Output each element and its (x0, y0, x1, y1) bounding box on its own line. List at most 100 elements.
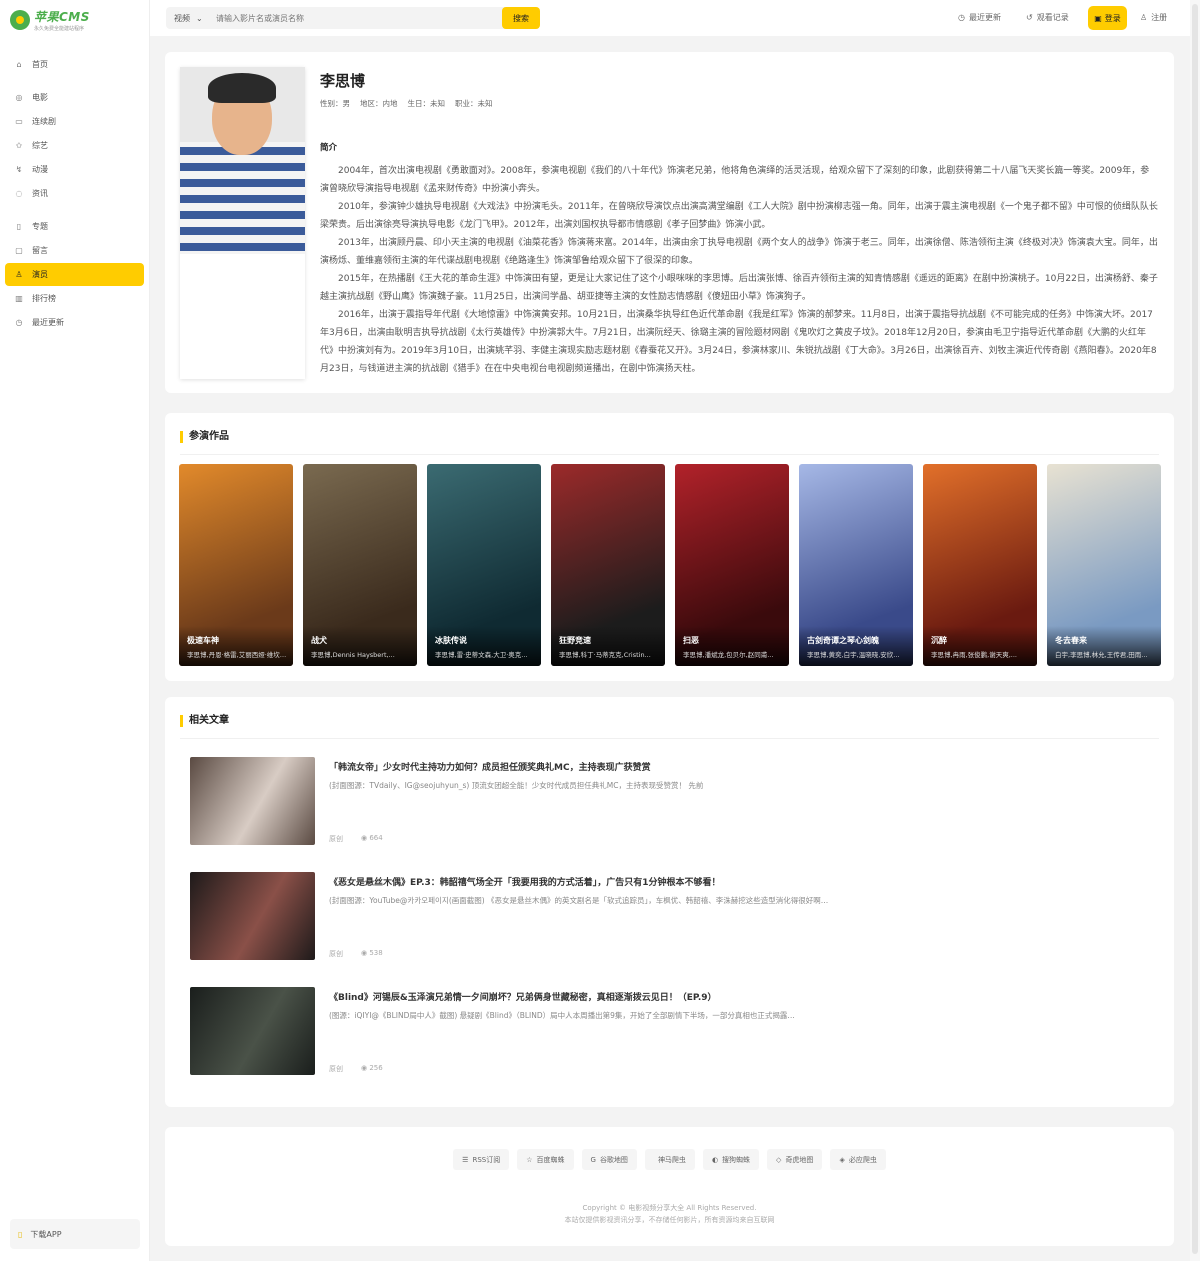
work-cast: 李思博,黄奕,白宇,温晓晓,安欣... (807, 651, 900, 659)
work-title: 狂野竞速 (559, 636, 591, 645)
download-app-button[interactable]: ▯ 下载APP (10, 1219, 140, 1249)
work-cast: 李思博,Dennis Haysbert,... (311, 651, 395, 659)
sidebar-item-guestbook[interactable]: ▢ 留言 (5, 239, 144, 262)
page-scrollbar[interactable] (1190, 0, 1200, 1261)
bookmark-icon: ▯ (16, 222, 22, 231)
sidebar-item-label: 连续剧 (32, 117, 56, 126)
work-poster[interactable]: 古剑奇谭之琴心剑魄 李思博,黄奕,白宇,温晓晓,安欣... (799, 464, 913, 666)
footer-link[interactable]: G 谷歌地图 (581, 1149, 637, 1170)
poster-overlay (303, 626, 417, 666)
article-category[interactable]: 原创 (329, 949, 343, 959)
user-icon: ♙ (15, 270, 23, 279)
sidebar-item-label: 资讯 (32, 189, 48, 198)
sidebar-item-ranking[interactable]: ▥ 排行榜 (5, 287, 144, 310)
poster-overlay (1047, 626, 1161, 666)
footer-link[interactable]: ☆ 百度蜘蛛 (517, 1149, 574, 1170)
actor-meta: 性别：男 地区：内地 生日：未知 职业：未知 (320, 98, 493, 109)
footer-link[interactable]: 神马爬虫 (644, 1149, 695, 1170)
actor-name: 李思博 (320, 72, 366, 90)
recent-updates-link[interactable]: ◷ 最近更新 (958, 12, 1001, 23)
tv-icon: ▭ (15, 117, 23, 126)
intro-heading: 简介 (320, 143, 338, 153)
footer: ☰ RSS订阅 ☆ 百度蜘蛛 G 谷歌地图 神马爬虫 ◐ 搜狗蜘蛛 ◇ 奇虎地图 ◈ 必应爬虫 Copy… (165, 1127, 1174, 1246)
related-articles-card: 相关文章 「韩流女帝」少女时代主持功力如何？成员担任颁奖典礼MC，主持表现广获赞… (165, 697, 1174, 1107)
search-type-select[interactable]: 视频 ⌄ (166, 13, 208, 24)
article-thumbnail[interactable] (190, 757, 315, 845)
view-count: 256 (369, 1064, 383, 1072)
register-link[interactable]: ♙ 注册 (1140, 12, 1167, 23)
poster-list: 极速车神 李思博,丹恩·格雷,艾丽西娅·维坎德,... 战犬 李思博,Dennis H… (179, 464, 1161, 666)
login-button[interactable]: ▣ 登录 (1088, 6, 1127, 30)
article-title[interactable]: 《恶女是悬丝木偶》EP.3：韩韶禧气场全开「我要用我的方式活着」，广告只有1分钟… (329, 875, 721, 888)
footer-link[interactable]: ☰ RSS订阅 (453, 1149, 510, 1170)
user-icon: ♙ (1140, 13, 1148, 22)
work-poster[interactable]: 战犬 李思博,Dennis Haysbert,... (303, 464, 417, 666)
article-thumbnail[interactable] (190, 872, 315, 960)
article-title[interactable]: 《Blind》河锡辰&玉泽演兄弟情一夕间崩坏？兄弟俩身世藏秘密，真相逐渐拨云见日… (329, 990, 717, 1003)
sidebar-item-series[interactable]: ▭ 连续剧 (5, 110, 144, 133)
sidebar-item-actors[interactable]: ♙ 演员 (5, 263, 144, 286)
article-item[interactable]: 《恶女是悬丝木偶》EP.3：韩韶禧气场全开「我要用我的方式活着」，广告只有1分钟… (190, 872, 1150, 962)
history-icon: ↺ (1026, 13, 1033, 22)
footer-link[interactable]: ◈ 必应爬虫 (830, 1149, 886, 1170)
work-title: 扫恶 (683, 636, 699, 645)
footer-link[interactable]: ◐ 搜狗蜘蛛 (702, 1149, 760, 1170)
clock-icon: ◷ (15, 318, 23, 327)
message-icon: ▢ (15, 246, 23, 255)
search-input[interactable] (208, 13, 502, 23)
bio-paragraph: 2004年，首次出演电视剧《勇敢面对》。2008年，参演电视剧《我们的八十年代》… (320, 166, 1150, 194)
bio-paragraph: 2015年，在热播剧《王大花的革命生涯》中饰演田有望，更是让大家记住了这个小眼咪… (320, 274, 1158, 302)
article-description: (图源：iQIYI@《BLIND局中人》截图) 悬疑剧《Blind》（BLIND… (329, 1011, 795, 1020)
sidebar-item-anime[interactable]: ↯ 动漫 (5, 158, 144, 181)
bio-paragraph: 2016年，出演于震指导年代剧《大地惊雷》中饰演黄安邦。10月21日，出演桑华执… (320, 310, 1157, 374)
footer-link-label: 谷歌地图 (599, 1155, 628, 1164)
work-poster[interactable]: 冬去春来 白宇,李思博,林允,王传君,田雨... (1047, 464, 1161, 666)
footer-link-label: 百度蜘蛛 (536, 1155, 565, 1164)
sidebar-item-label: 动漫 (32, 165, 48, 174)
actor-birthday: 生日：未知 (407, 99, 446, 108)
article-category[interactable]: 原创 (329, 834, 343, 844)
poster-overlay (675, 626, 789, 666)
sidebar-item-label: 综艺 (32, 141, 48, 150)
watch-history-link[interactable]: ↺ 观看记录 (1026, 12, 1069, 23)
actor-region: 地区：内地 (360, 99, 398, 108)
actor-bio: 2004年，首次出演电视剧《勇敢面对》。2008年，参演电视剧《我们的八十年代》… (320, 162, 1158, 378)
actor-gender: 性别：男 (320, 99, 350, 108)
article-item[interactable]: 「韩流女帝」少女时代主持功力如何？成员担任颁奖典礼MC，主持表现广获赞赏 (封面图… (190, 757, 1150, 847)
article-item[interactable]: 《Blind》河锡辰&玉泽演兄弟情一夕间崩坏？兄弟俩身世藏秘密，真相逐渐拨云见日… (190, 987, 1150, 1077)
work-cast: 李思博,科丁·马蒂克克,Cristin... (559, 651, 651, 659)
sidebar-item-news[interactable]: ◌ 资讯 (5, 182, 144, 205)
work-poster[interactable]: 极速车神 李思博,丹恩·格雷,艾丽西娅·维坎德,... (179, 464, 293, 666)
footer-link-icon: G (590, 1155, 596, 1164)
sidebar-item-variety[interactable]: ✩ 综艺 (5, 134, 144, 157)
article-thumbnail[interactable] (190, 987, 315, 1075)
article-category[interactable]: 原创 (329, 1064, 343, 1074)
sidebar-item-label: 首页 (32, 60, 48, 69)
footer-link-icon: ◇ (776, 1155, 782, 1164)
sidebar-item-recent[interactable]: ◷ 最近更新 (5, 311, 144, 334)
work-title: 冬去春来 (1055, 636, 1087, 645)
sidebar-item-topics[interactable]: ▯ 专题 (5, 215, 144, 238)
work-poster[interactable]: 沉醉 李思博,冉雨,张俊鹏,谢天爽,... (923, 464, 1037, 666)
sidebar-item-label: 电影 (32, 93, 48, 102)
footer-link[interactable]: ◇ 奇虎地图 (767, 1149, 823, 1170)
phone-icon: ▯ (18, 1229, 23, 1239)
scrollbar-thumb[interactable] (1192, 4, 1198, 1254)
footer-link-icon: ◈ (839, 1155, 845, 1164)
search-type-value: 视频 (174, 13, 190, 23)
work-poster[interactable]: 冰肤传说 李思博,雷·史蒂文森,大卫·奥克... (427, 464, 541, 666)
sidebar-item-movies[interactable]: ◎ 电影 (5, 86, 144, 109)
actor-photo (180, 67, 305, 254)
work-poster[interactable]: 扫恶 李思博,潘斌龙,包贝尔,赵同甫... (675, 464, 789, 666)
sidebar-item-home[interactable]: ⌂ 首页 (5, 53, 144, 76)
work-poster[interactable]: 狂野竞速李思博,科丁·马蒂克克,Cristin... (551, 464, 665, 666)
view-count: 664 (369, 834, 383, 842)
view-count: 538 (369, 949, 383, 957)
search-button[interactable]: 搜索 (502, 7, 540, 29)
actor-profile-card: 李思博 性别：男 地区：内地 生日：未知 职业：未知 简介 2004年，首次出演… (165, 52, 1174, 393)
logo-subtitle: 永久免费全能建站程序 (34, 26, 85, 32)
article-views: ◉ 664 (361, 834, 383, 842)
article-title[interactable]: 「韩流女帝」少女时代主持功力如何？成员担任颁奖典礼MC，主持表现广获赞赏 (329, 760, 651, 773)
site-logo[interactable]: 苹果CMS 永久免费全能建站程序 (0, 0, 149, 40)
footer-links: ☰ RSS订阅 ☆ 百度蜘蛛 G 谷歌地图 神马爬虫 ◐ 搜狗蜘蛛 ◇ 奇虎地图 ◈ 必应爬虫 (165, 1149, 1174, 1170)
